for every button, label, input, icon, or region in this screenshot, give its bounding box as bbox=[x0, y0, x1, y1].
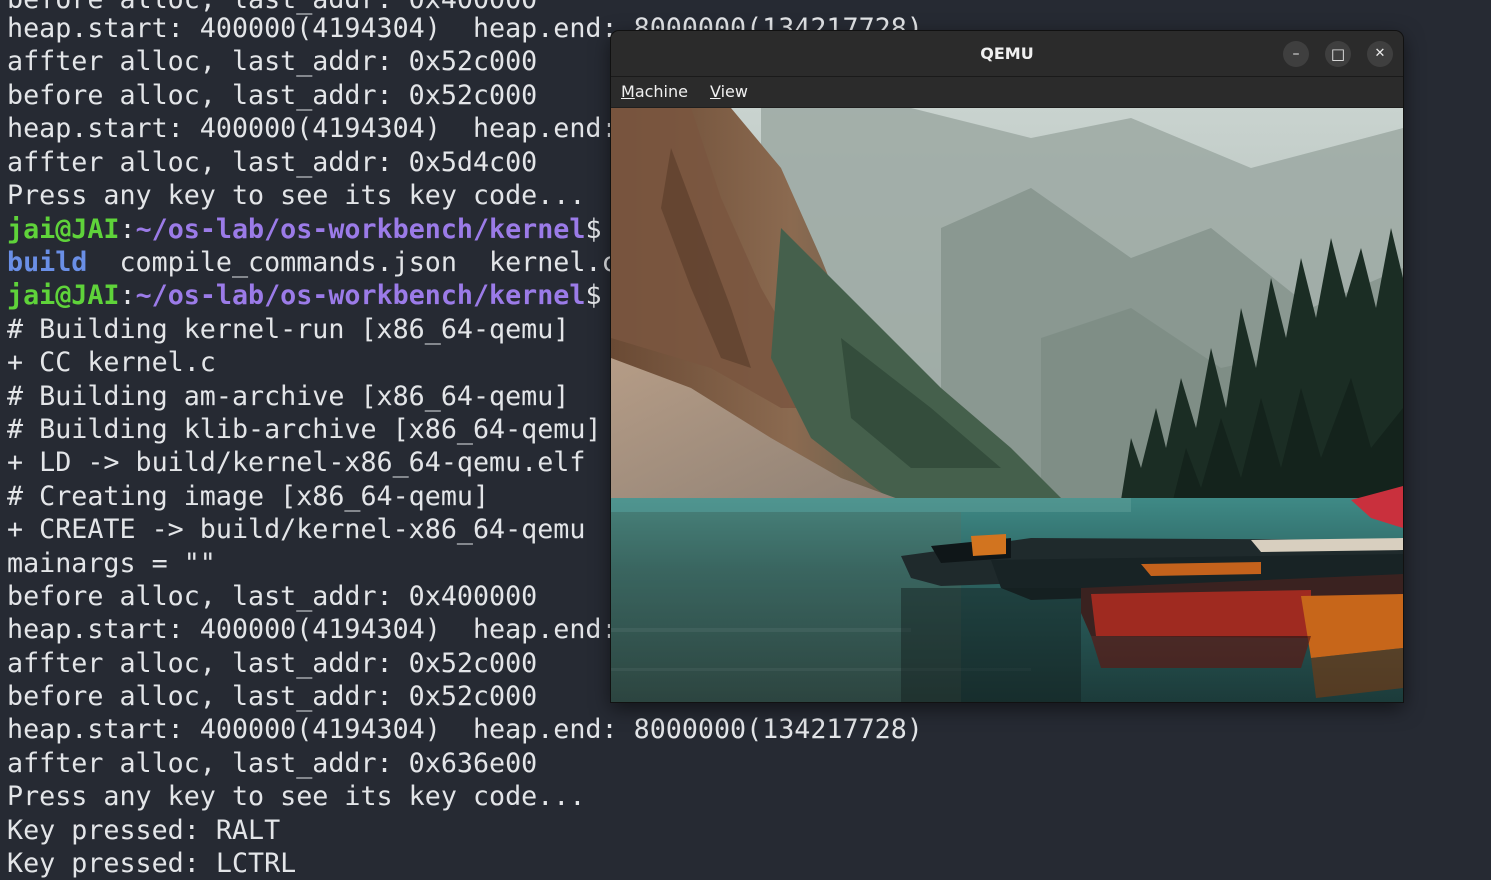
terminal-line: # Building am-archive [x86_64-qemu] bbox=[7, 381, 570, 412]
terminal-line: Press any key to see its key code... bbox=[7, 180, 586, 211]
terminal-line: heap.start: 400000(4194304) heap.end: 80… bbox=[7, 714, 923, 745]
terminal-line: affter alloc, last_addr: 0x52c000 bbox=[7, 648, 538, 679]
terminal-line: Key pressed: LCTRL bbox=[7, 848, 297, 879]
terminal-prompt: jai@JAI:~/os-lab/os-workbench/kernel$ bbox=[7, 279, 602, 312]
terminal-line: affter alloc, last_addr: 0x52c000 bbox=[7, 46, 538, 77]
qemu-window[interactable]: QEMU – □ ✕ Machine View bbox=[611, 31, 1403, 702]
terminal-line: # Building klib-archive [x86_64-qemu] bbox=[7, 414, 602, 445]
minimize-button[interactable]: – bbox=[1283, 41, 1309, 67]
menu-view[interactable]: View bbox=[710, 77, 748, 107]
terminal-line: + CC kernel.c bbox=[7, 347, 216, 378]
close-button[interactable]: ✕ bbox=[1367, 41, 1393, 67]
terminal-line: # Building kernel-run [x86_64-qemu] bbox=[7, 314, 570, 345]
terminal-line: before alloc, last_addr: 0x52c000 bbox=[7, 80, 538, 111]
vm-display[interactable] bbox=[611, 108, 1403, 702]
prompt-separator: : bbox=[119, 214, 136, 245]
terminal-line: Press any key to see its key code... bbox=[7, 781, 586, 812]
terminal-line: # Creating image [x86_64-qemu] bbox=[7, 481, 490, 512]
prompt-separator: : bbox=[119, 280, 136, 311]
prompt-path: ~/os-lab/os-workbench/kernel bbox=[135, 280, 586, 311]
prompt-path: ~/os-lab/os-workbench/kernel bbox=[135, 214, 586, 245]
prompt-symbol: $ bbox=[585, 280, 602, 311]
terminal-prompt: jai@JAI:~/os-lab/os-workbench/kernel$ bbox=[7, 213, 602, 246]
prompt-user: jai@JAI bbox=[7, 280, 120, 311]
terminal-line: before alloc, last_addr: 0x400000 bbox=[7, 581, 538, 612]
directory-entry: build bbox=[7, 247, 88, 278]
terminal-line: affter alloc, last_addr: 0x636e00 bbox=[7, 748, 538, 779]
terminal-line: heap.start: 400000(4194304) heap.end: bbox=[7, 113, 618, 144]
file-entries: compile_commands.json kernel.c bbox=[87, 247, 618, 278]
close-icon: ✕ bbox=[1374, 46, 1386, 61]
terminal-line: before alloc, last_addr: 0x52c000 bbox=[7, 681, 538, 712]
terminal-line: + LD -> build/kernel-x86_64-qemu.elf bbox=[7, 447, 586, 478]
terminal-line: + CREATE -> build/kernel-x86_64-qemu bbox=[7, 514, 586, 545]
mountain-lake-canoes-image bbox=[611, 108, 1403, 702]
prompt-user: jai@JAI bbox=[7, 214, 120, 245]
menubar: Machine View bbox=[611, 77, 1403, 107]
menu-machine[interactable]: Machine bbox=[621, 77, 688, 107]
minimize-icon: – bbox=[1292, 46, 1300, 62]
terminal-line: mainargs = "" bbox=[7, 548, 216, 579]
terminal-line: build compile_commands.json kernel.c bbox=[7, 246, 618, 279]
terminal-line: affter alloc, last_addr: 0x5d4c00 bbox=[7, 147, 538, 178]
maximize-button[interactable]: □ bbox=[1325, 41, 1351, 67]
terminal-line: Key pressed: RALT bbox=[7, 815, 281, 846]
terminal-line: heap.start: 400000(4194304) heap.end: bbox=[7, 614, 618, 645]
maximize-icon: □ bbox=[1330, 45, 1346, 63]
window-titlebar[interactable]: QEMU – □ ✕ bbox=[611, 31, 1403, 77]
prompt-symbol: $ bbox=[585, 214, 602, 245]
